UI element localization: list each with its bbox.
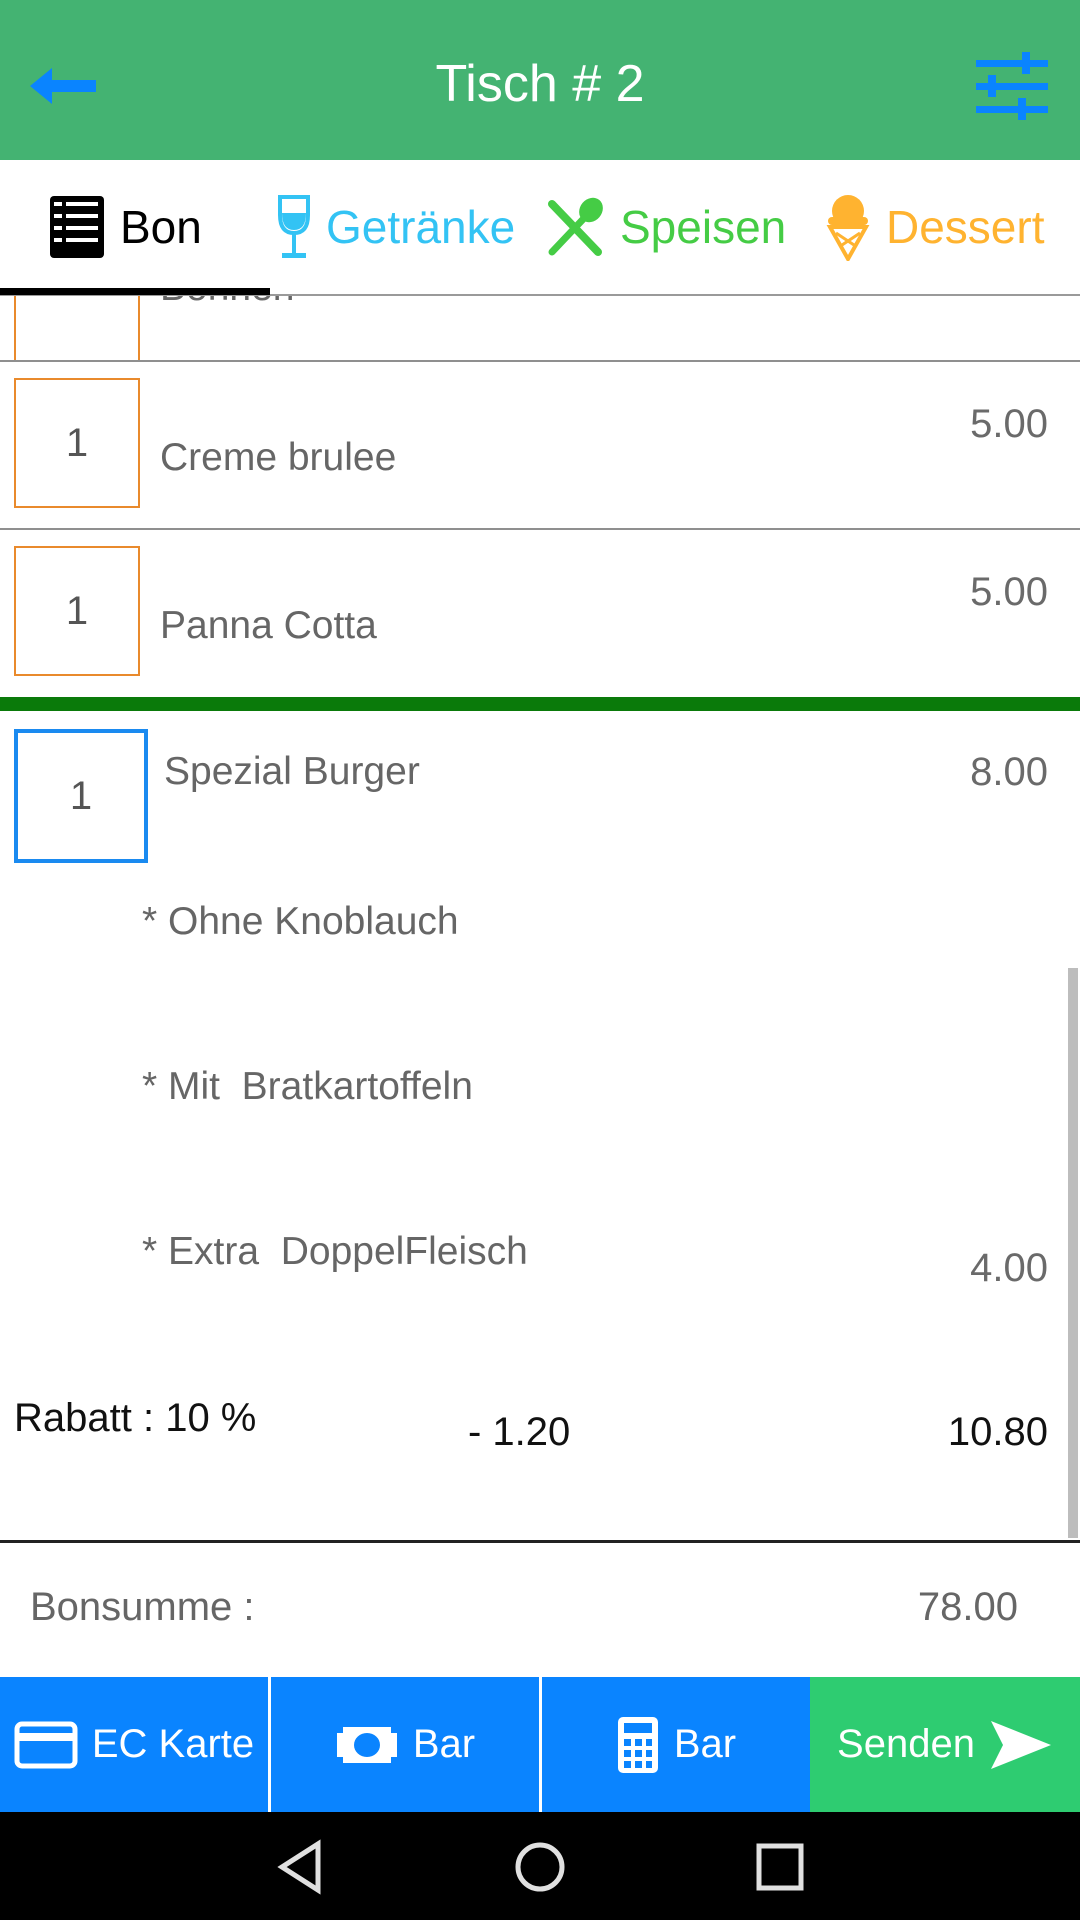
cash-calculator-label: Bar <box>673 1722 737 1766</box>
calculator-icon <box>617 1716 658 1773</box>
list-item[interactable]: 1 Creme brulee 5.00 <box>0 362 1080 528</box>
item-price: 8.00 <box>970 750 1048 794</box>
quantity-box[interactable]: 1 <box>14 546 140 676</box>
modifier-line: * Extra DoppelFleisch <box>142 1230 528 1273</box>
settings-button[interactable] <box>972 50 1052 122</box>
item-price: 5.00 <box>970 570 1048 614</box>
wine-glass-icon <box>278 195 310 258</box>
tab-speisen-label: Speisen <box>620 201 787 253</box>
item-name: Creme brulee <box>160 436 397 479</box>
selection-divider <box>0 697 1080 711</box>
tab-bon[interactable]: Bon <box>48 160 202 294</box>
back-button[interactable] <box>22 56 102 116</box>
tab-bon-label: Bon <box>120 201 202 253</box>
nav-recents-button[interactable] <box>745 1832 815 1902</box>
banknote-icon <box>336 1726 397 1763</box>
list-item[interactable]: Bohnen <box>0 296 1080 362</box>
total-divider <box>0 1540 1080 1543</box>
tab-getraenke-label: Getränke <box>326 201 516 253</box>
active-tab-indicator <box>0 288 270 295</box>
selected-item[interactable]: 1 Spezial Burger 8.00 * Ohne Knoblauch *… <box>0 712 1066 1538</box>
item-name: Bohnen <box>160 296 294 310</box>
ec-card-label: EC Karte <box>91 1722 255 1766</box>
recents-icon <box>756 1843 804 1891</box>
cash-button[interactable]: Bar <box>271 1677 539 1812</box>
send-label: Senden <box>837 1722 975 1766</box>
list-scrollbar[interactable] <box>1068 968 1078 1538</box>
tab-getraenke[interactable]: Getränke <box>276 160 515 294</box>
cash-label: Bar <box>412 1722 476 1766</box>
modifier-price: 4.00 <box>970 1246 1048 1290</box>
ec-card-button[interactable]: EC Karte <box>0 1677 268 1812</box>
nav-back-button[interactable] <box>266 1832 336 1902</box>
tab-speisen[interactable]: Speisen <box>544 160 786 294</box>
modifier-line: * Mit Bratkartoffeln <box>142 1065 473 1108</box>
total-label: Bonsumme : <box>30 1585 255 1629</box>
quantity-box-selected[interactable]: 1 <box>14 729 148 863</box>
nav-home-button[interactable] <box>505 1832 575 1902</box>
credit-card-icon <box>14 1721 78 1768</box>
ice-cream-icon <box>826 195 870 261</box>
item-price: 5.00 <box>970 402 1048 446</box>
cash-calculator-button[interactable]: Bar <box>542 1677 810 1812</box>
list-item[interactable]: 1 Panna Cotta 5.00 <box>0 530 1080 696</box>
arrow-left-icon <box>30 68 96 104</box>
item-name: Spezial Burger <box>164 750 420 793</box>
quantity-box[interactable]: 1 <box>14 378 140 508</box>
quantity-box[interactable] <box>14 296 140 362</box>
tab-dessert[interactable]: Dessert <box>824 160 1044 294</box>
discount-amount: - 1.20 <box>468 1410 571 1454</box>
send-icon <box>990 1720 1051 1769</box>
page-title: Tisch # 2 <box>435 55 645 113</box>
discount-label: Rabatt : 10 % <box>14 1396 257 1440</box>
line-total: 10.80 <box>947 1410 1048 1454</box>
total-value: 78.00 <box>917 1585 1018 1629</box>
receipt-icon <box>50 196 104 258</box>
tab-dessert-label: Dessert <box>886 201 1045 253</box>
back-icon <box>277 1839 321 1895</box>
modifier-line: * Ohne Knoblauch <box>142 900 459 943</box>
item-name: Panna Cotta <box>160 604 377 647</box>
send-button[interactable]: Senden <box>810 1677 1080 1812</box>
fork-spoon-icon <box>548 197 603 256</box>
sliders-icon <box>976 52 1048 120</box>
home-icon <box>515 1842 565 1892</box>
